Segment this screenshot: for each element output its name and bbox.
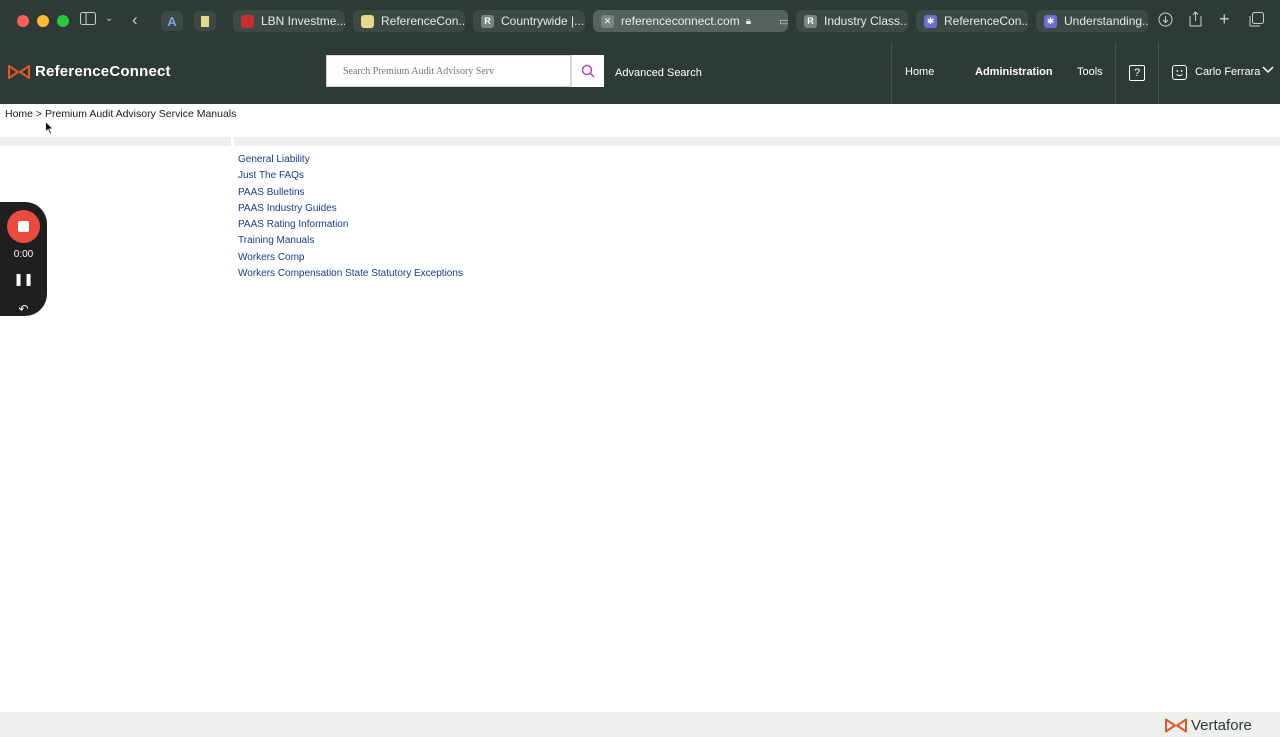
list-item: PAAS Bulletins [238, 182, 463, 198]
lock-icon: 🔒︎ [745, 15, 752, 27]
profile-icon[interactable]: A [161, 11, 183, 31]
user-name[interactable]: Carlo Ferrara [1195, 66, 1260, 78]
new-tab-icon[interactable]: + [1219, 9, 1230, 30]
restart-icon[interactable]: ↶ [0, 302, 47, 316]
nav-tools[interactable]: Tools [1077, 66, 1103, 78]
back-icon[interactable]: ‹ [132, 10, 138, 30]
page-footer: Vertafore [0, 712, 1280, 737]
tab-overview-icon[interactable] [1249, 12, 1264, 30]
bowtie-logo-icon [8, 64, 30, 79]
mouse-cursor-icon [45, 121, 54, 135]
tab-understanding[interactable]: ✱ Understanding... [1036, 10, 1148, 32]
extension-icon[interactable] [194, 11, 216, 31]
tab-label: LBN Investme... [261, 14, 345, 28]
left-panel-header [0, 137, 231, 146]
vertafore-logo: Vertafore [1165, 717, 1252, 734]
help-icon[interactable]: ? [1129, 65, 1145, 81]
tab-favicon: ✱ [1044, 14, 1057, 28]
tab-label: ReferenceCon... [381, 14, 465, 28]
nav-divider [1158, 42, 1159, 104]
recording-timer: 0:00 [13, 249, 34, 260]
manual-link-general-liability[interactable]: General Liability [238, 154, 310, 165]
list-item: PAAS Rating Information [238, 214, 463, 230]
brand-name: ReferenceConnect [35, 63, 171, 80]
search-input[interactable] [327, 56, 570, 86]
tab-label: Understanding... [1064, 14, 1148, 28]
reader-icon[interactable]: ▭ [779, 15, 788, 28]
tab-favicon: ✕ [601, 14, 614, 28]
chevron-down-icon[interactable] [1262, 65, 1274, 77]
brand-logo[interactable]: ReferenceConnect [8, 63, 171, 80]
tab-favicon [361, 14, 374, 28]
tab-referenceconnect-active[interactable]: ✕ referenceconnect.com 🔒︎ ▭ [593, 10, 788, 32]
chevron-down-icon[interactable]: ⌄ [105, 13, 113, 24]
manual-link-paas-industry-guides[interactable]: PAAS Industry Guides [238, 203, 337, 214]
manual-link-paas-bulletins[interactable]: PAAS Bulletins [238, 187, 305, 198]
sidebar-toggle-icon[interactable] [80, 12, 96, 28]
tab-label: referenceconnect.com [621, 14, 740, 28]
list-item: Just The FAQs [238, 165, 463, 181]
search-button[interactable] [571, 55, 604, 87]
close-window-button[interactable] [17, 15, 29, 27]
pause-icon[interactable]: ❚❚ [0, 272, 47, 286]
tab-favicon: ✱ [924, 14, 937, 28]
bowtie-logo-icon [1165, 718, 1187, 733]
list-item: General Liability [238, 149, 463, 165]
list-item: Training Manuals [238, 230, 463, 246]
footer-brand: Vertafore [1191, 717, 1252, 734]
manual-link-just-the-faqs[interactable]: Just The FAQs [238, 170, 304, 181]
list-item: PAAS Industry Guides [238, 198, 463, 214]
breadcrumb[interactable]: Home > Premium Audit Advisory Service Ma… [5, 108, 236, 120]
tab-lbn[interactable]: LBN Investme... [233, 10, 345, 32]
app-header: ReferenceConnect Advanced Search Home Ad… [0, 42, 1280, 104]
nav-home[interactable]: Home [905, 66, 934, 78]
list-item: Workers Comp [238, 247, 463, 263]
minimize-window-button[interactable] [37, 15, 49, 27]
tab-label: Industry Class... [824, 14, 908, 28]
manual-link-training-manuals[interactable]: Training Manuals [238, 235, 314, 246]
manual-link-workers-comp[interactable]: Workers Comp [238, 252, 305, 263]
content-panel-header [234, 137, 1280, 146]
nav-divider [891, 42, 892, 104]
search-box [326, 55, 571, 87]
search-icon [581, 64, 595, 78]
tab-referenceconnect-2[interactable]: ✱ ReferenceCon... [916, 10, 1028, 32]
advanced-search-link[interactable]: Advanced Search [615, 67, 702, 79]
manual-link-workers-comp-state-exceptions[interactable]: Workers Compensation State Statutory Exc… [238, 268, 463, 279]
nav-divider [1115, 42, 1116, 104]
browser-toolbar: ⌄ ‹ A LBN Investme... ReferenceCon... R … [0, 0, 1280, 42]
tab-industry-class[interactable]: R Industry Class... [796, 10, 908, 32]
tab-favicon: R [804, 14, 817, 28]
download-icon[interactable] [1158, 12, 1173, 30]
manual-list: General Liability Just The FAQs PAAS Bul… [238, 149, 463, 279]
tab-label: Countrywide |... [501, 14, 585, 28]
tab-favicon [241, 14, 254, 28]
screen-recorder-widget: 0:00 ❚❚ ↶ [0, 202, 47, 316]
list-item: Workers Compensation State Statutory Exc… [238, 263, 463, 279]
share-icon[interactable] [1189, 11, 1202, 30]
tab-favicon: R [481, 14, 494, 28]
tab-countrywide[interactable]: R Countrywide |... [473, 10, 585, 32]
user-avatar-icon[interactable] [1172, 65, 1187, 80]
stop-icon [18, 221, 29, 232]
nav-administration[interactable]: Administration [975, 66, 1053, 78]
stop-recording-button[interactable] [7, 210, 40, 243]
window-controls [17, 15, 69, 27]
manual-link-paas-rating-information[interactable]: PAAS Rating Information [238, 219, 348, 230]
tab-referenceconnect-1[interactable]: ReferenceCon... [353, 10, 465, 32]
tab-label: ReferenceCon... [944, 14, 1028, 28]
maximize-window-button[interactable] [57, 15, 69, 27]
